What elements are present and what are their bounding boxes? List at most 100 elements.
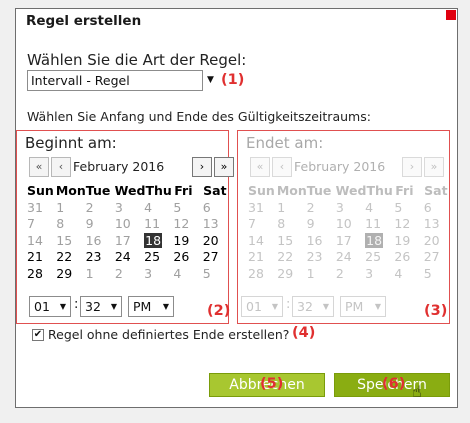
chevron-down-icon[interactable]: ▼ [207, 75, 214, 85]
day-cell: 1 [277, 199, 286, 215]
day-cell: 2 [306, 199, 315, 215]
chevron-down-icon: ▼ [110, 302, 117, 311]
day-cell[interactable]: 1 [56, 200, 85, 217]
day-cell[interactable]: 8 [56, 216, 85, 233]
end-ampm-select[interactable]: PM ▼ [340, 296, 386, 317]
day-cell[interactable]: 2 [86, 200, 115, 217]
day-cell: 24 [335, 249, 352, 264]
day-cell: 16 [306, 232, 323, 248]
day-cell[interactable]: 7 [27, 216, 56, 233]
start-calendar-grid: Sun Mon Tue Wed Thu Fri Sat 31 1 2 3 4 5… [27, 183, 232, 282]
day-cell[interactable]: 10 [115, 216, 144, 233]
start-minute-select[interactable]: 32 ▼ [80, 296, 122, 317]
day-cell[interactable]: 5 [203, 266, 232, 283]
day-cell[interactable]: 22 [56, 249, 85, 266]
end-next-year-button[interactable]: » [424, 157, 444, 177]
no-end-label: Regel ohne definiertes Ende erstellen? [48, 327, 290, 342]
day-cell: 3 [365, 265, 374, 281]
no-end-checkbox[interactable]: ✔ [32, 329, 44, 341]
start-prev-month-button[interactable]: ‹ [51, 157, 71, 177]
weekday: Wed [114, 183, 146, 198]
day-cell: 28 [248, 265, 264, 281]
weekday: Fri [174, 183, 193, 198]
weekday: Sun [248, 183, 275, 198]
start-next-year-button[interactable]: » [214, 157, 234, 177]
end-title: Endet am: [246, 134, 324, 152]
end-prev-month-button[interactable]: ‹ [272, 157, 292, 177]
day-cell[interactable]: 14 [27, 233, 56, 250]
end-date-panel: Endet am: « ‹ February 2016 › » Sun Mon … [237, 130, 450, 324]
day-cell[interactable]: 31 [27, 200, 56, 217]
day-cell[interactable]: 3 [144, 266, 173, 283]
day-cell: 10 [335, 216, 352, 231]
day-cell: 31 [248, 199, 264, 215]
day-cell-selected: 18 [365, 232, 394, 250]
day-cell[interactable]: 1 [86, 266, 115, 283]
day-cell: 20 [423, 232, 440, 248]
weekday: Tue [85, 183, 111, 198]
close-icon[interactable] [446, 10, 456, 20]
end-hour-select[interactable]: 01 ▼ [241, 296, 283, 317]
day-cell: 29 [277, 265, 294, 281]
start-hour-select[interactable]: 01 ▼ [29, 296, 71, 317]
day-cell[interactable]: 26 [173, 249, 202, 266]
end-ampm-value: PM [345, 299, 364, 314]
day-cell[interactable]: 21 [27, 249, 56, 266]
day-cell[interactable]: 27 [203, 249, 232, 266]
day-cell-selected[interactable]: 18 [144, 232, 173, 250]
day-cell[interactable]: 3 [115, 200, 144, 217]
day-cell[interactable]: 9 [86, 216, 115, 233]
start-hour-value: 01 [34, 299, 50, 314]
day-cell[interactable]: 11 [144, 216, 173, 233]
weekday: Thu [145, 183, 172, 198]
start-ampm-select[interactable]: PM ▼ [128, 296, 174, 317]
day-cell[interactable]: 23 [86, 249, 115, 266]
day-cell: 7 [248, 216, 256, 231]
end-prev-year-button[interactable]: « [250, 157, 270, 177]
day-cell[interactable]: 19 [173, 233, 202, 250]
day-cell[interactable]: 13 [203, 216, 232, 233]
end-next-month-button[interactable]: › [402, 157, 422, 177]
rule-type-select[interactable]: Intervall - Regel [27, 70, 203, 91]
day-cell[interactable]: 4 [144, 200, 173, 217]
day-cell: 9 [306, 216, 315, 231]
day-cell[interactable]: 17 [115, 233, 144, 250]
start-date-panel: Beginnt am: « ‹ February 2016 › » Sun Mo… [16, 130, 234, 324]
end-minute-value: 32 [297, 299, 313, 314]
selected-day[interactable]: 18 [144, 232, 163, 248]
day-cell[interactable]: 24 [115, 249, 144, 266]
day-cell[interactable]: 15 [56, 233, 85, 250]
day-cell: 8 [277, 216, 286, 231]
day-cell[interactable]: 5 [173, 200, 202, 217]
day-cell[interactable]: 4 [173, 266, 202, 283]
day-cell[interactable]: 16 [86, 233, 115, 250]
weekday: Sat [424, 183, 448, 198]
day-cell: 4 [394, 265, 403, 281]
start-prev-year-button[interactable]: « [29, 157, 49, 177]
annotation-6: (6) [382, 376, 406, 392]
day-cell: 23 [306, 249, 323, 264]
day-cell[interactable]: 25 [144, 249, 173, 266]
start-ampm-value: PM [133, 299, 152, 314]
day-cell: 13 [423, 216, 440, 231]
day-cell[interactable]: 20 [203, 233, 232, 250]
dialog-title: Regel erstellen [26, 13, 142, 29]
chevron-down-icon: ▼ [322, 302, 329, 311]
day-cell[interactable]: 29 [56, 266, 85, 283]
start-title: Beginnt am: [25, 134, 117, 152]
day-cell[interactable]: 28 [27, 266, 56, 283]
day-cell: 5 [394, 199, 403, 215]
weekday: Sun [27, 183, 54, 198]
chevron-down-icon: ▼ [271, 302, 278, 311]
time-separator: : [74, 297, 79, 312]
day-cell: 21 [248, 249, 264, 264]
day-cell: 14 [248, 232, 264, 248]
day-cell: 4 [365, 199, 374, 215]
time-separator: : [286, 297, 291, 312]
start-next-month-button[interactable]: › [192, 157, 212, 177]
end-minute-select[interactable]: 32 ▼ [292, 296, 334, 317]
day-cell[interactable]: 12 [173, 216, 202, 233]
day-cell[interactable]: 6 [203, 200, 232, 217]
day-cell: 11 [365, 216, 382, 231]
day-cell[interactable]: 2 [115, 266, 144, 283]
